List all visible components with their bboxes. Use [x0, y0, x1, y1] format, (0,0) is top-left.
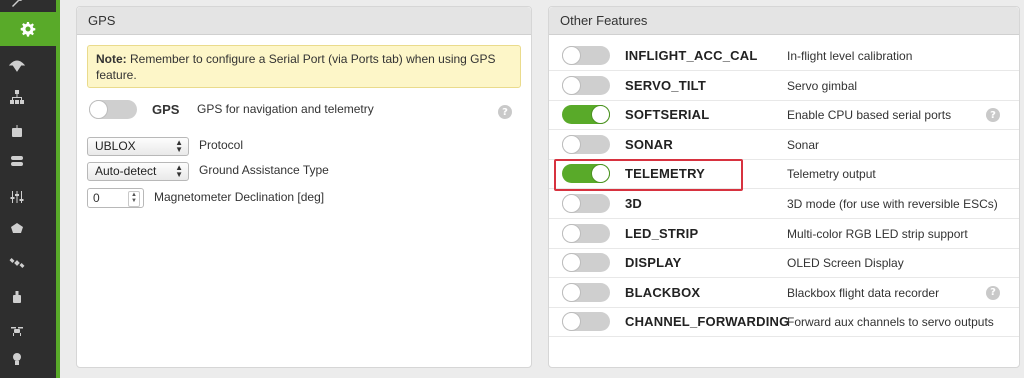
note-prefix: Note:	[96, 52, 127, 66]
ground-assistance-value: Auto-detect	[95, 164, 157, 178]
other-features-title: Other Features	[549, 7, 1019, 35]
toggle-knob	[89, 100, 108, 119]
ground-assistance-label: Ground Assistance Type	[199, 163, 329, 177]
feature-name: BLACKBOX	[625, 284, 701, 300]
gps-help-icon[interactable]: ?	[498, 105, 512, 119]
toggle-knob	[562, 46, 581, 65]
toggle-knob	[562, 194, 581, 213]
feature-name: CHANNEL_FORWARDING	[625, 314, 790, 330]
protocol-value: UBLOX	[95, 139, 136, 153]
feature-row: LED_STRIP Multi-color RGB LED strip suppo…	[549, 219, 1019, 249]
sliders-icon[interactable]	[0, 182, 34, 212]
feature-name: SONAR	[625, 136, 673, 152]
bottle-icon[interactable]	[0, 282, 34, 312]
feature-name: SOFTSERIAL	[625, 107, 710, 123]
toggle-knob	[562, 223, 581, 243]
gps-toggle[interactable]	[89, 100, 137, 119]
feature-name: DISPLAY	[625, 255, 682, 271]
protocol-select[interactable]: UBLOX ▲ ▼	[87, 137, 189, 156]
gps-feature-description: GPS for navigation and telemetry	[197, 102, 374, 116]
bulb-icon[interactable]	[0, 344, 34, 374]
toggle-knob	[562, 75, 581, 95]
feature-row: SONAR Sonar	[549, 130, 1019, 160]
mag-declination-label: Magnetometer Declination [deg]	[154, 190, 325, 204]
feature-description: Enable CPU based serial ports	[787, 108, 952, 123]
feature-name: SERVO_TILT	[625, 77, 706, 93]
feature-toggle[interactable]	[562, 282, 610, 302]
feature-row: SERVO_TILT Servo gimbal	[549, 71, 1019, 101]
feature-name: INFLIGHT_ACC_CAL	[625, 48, 758, 63]
sidebar-accent-bar	[56, 0, 60, 378]
toggle-knob	[562, 134, 581, 154]
feature-description: Servo gimbal	[787, 78, 858, 93]
feature-description: Sonar	[787, 137, 820, 152]
feature-toggle[interactable]	[562, 194, 610, 213]
toggle-knob	[562, 253, 581, 273]
parachute-icon[interactable]	[0, 50, 34, 80]
feature-row: BLACKBOX Blackbox flight data recorder?	[549, 278, 1019, 308]
robot-icon[interactable]	[0, 116, 34, 146]
feature-description: Multi-color RGB LED strip support	[787, 226, 968, 241]
feature-help-icon[interactable]: ?	[986, 108, 1000, 123]
feature-description: OLED Screen Display	[787, 256, 904, 271]
feature-row: INFLIGHT_ACC_CAL In-flight level calibrat…	[549, 41, 1019, 71]
feature-name: LED_STRIP	[625, 225, 699, 241]
feature-toggle[interactable]	[562, 134, 610, 154]
feature-description: Forward aux channels to servo outputs	[787, 315, 994, 330]
toggle-knob	[562, 282, 581, 302]
select-arrows-icon: ▲ ▼	[175, 163, 183, 179]
feature-row: CHANNEL_FORWARDING Forward aux channels t…	[549, 307, 1019, 338]
gps-note: Note: Remember to configure a Serial Por…	[87, 45, 521, 88]
feature-toggle[interactable]	[562, 105, 610, 125]
select-arrows-icon: ▲ ▼	[175, 138, 183, 154]
gps-feature-name: GPS	[152, 102, 180, 117]
gear-icon[interactable]	[0, 12, 56, 46]
feature-row: SOFTSERIAL Enable CPU based serial ports?	[549, 100, 1019, 131]
feature-description: In-flight level calibration	[787, 49, 913, 63]
toggle-knob	[562, 312, 581, 332]
feature-help-icon[interactable]: ?	[986, 285, 1000, 300]
spinner-icon[interactable]: ▲ ▼	[128, 191, 140, 207]
feature-description: Telemetry output	[787, 167, 876, 182]
feature-name: 3D	[625, 196, 643, 211]
feature-toggle[interactable]	[562, 46, 610, 65]
mag-declination-value: 0	[93, 191, 100, 205]
feature-row: 3D 3D mode (for use with reversible ESCs)	[549, 189, 1019, 219]
feature-description: Blackbox flight data recorder	[787, 285, 940, 300]
feature-row: DISPLAY OLED Screen Display	[549, 248, 1019, 279]
protocol-label: Protocol	[199, 138, 244, 152]
drone-icon[interactable]	[0, 316, 34, 346]
ground-assistance-select[interactable]: Auto-detect ▲ ▼	[87, 162, 189, 181]
feature-toggle[interactable]	[562, 312, 610, 332]
feature-description: 3D mode (for use with reversible ESCs)	[787, 197, 998, 211]
toggles-icon[interactable]	[0, 146, 34, 176]
motor-icon[interactable]	[0, 213, 34, 243]
telemetry-highlight-box	[554, 159, 743, 191]
feature-toggle[interactable]	[562, 253, 610, 273]
mag-declination-input[interactable]: 0 ▲ ▼	[87, 188, 144, 208]
network-icon[interactable]	[0, 82, 34, 112]
feature-toggle[interactable]	[562, 75, 610, 95]
sidebar-nav	[0, 0, 56, 378]
gps-panel-title: GPS	[77, 7, 531, 35]
feature-toggle[interactable]	[562, 223, 610, 243]
gps-panel: GPS Note: Remember to configure a Serial…	[76, 6, 532, 368]
other-features-panel: Other Features INFLIGHT_ACC_CAL In-flight…	[548, 6, 1020, 368]
satellite-icon[interactable]	[0, 248, 34, 278]
toggle-knob	[591, 105, 610, 125]
note-text: Remember to configure a Serial Port (via…	[96, 52, 496, 82]
